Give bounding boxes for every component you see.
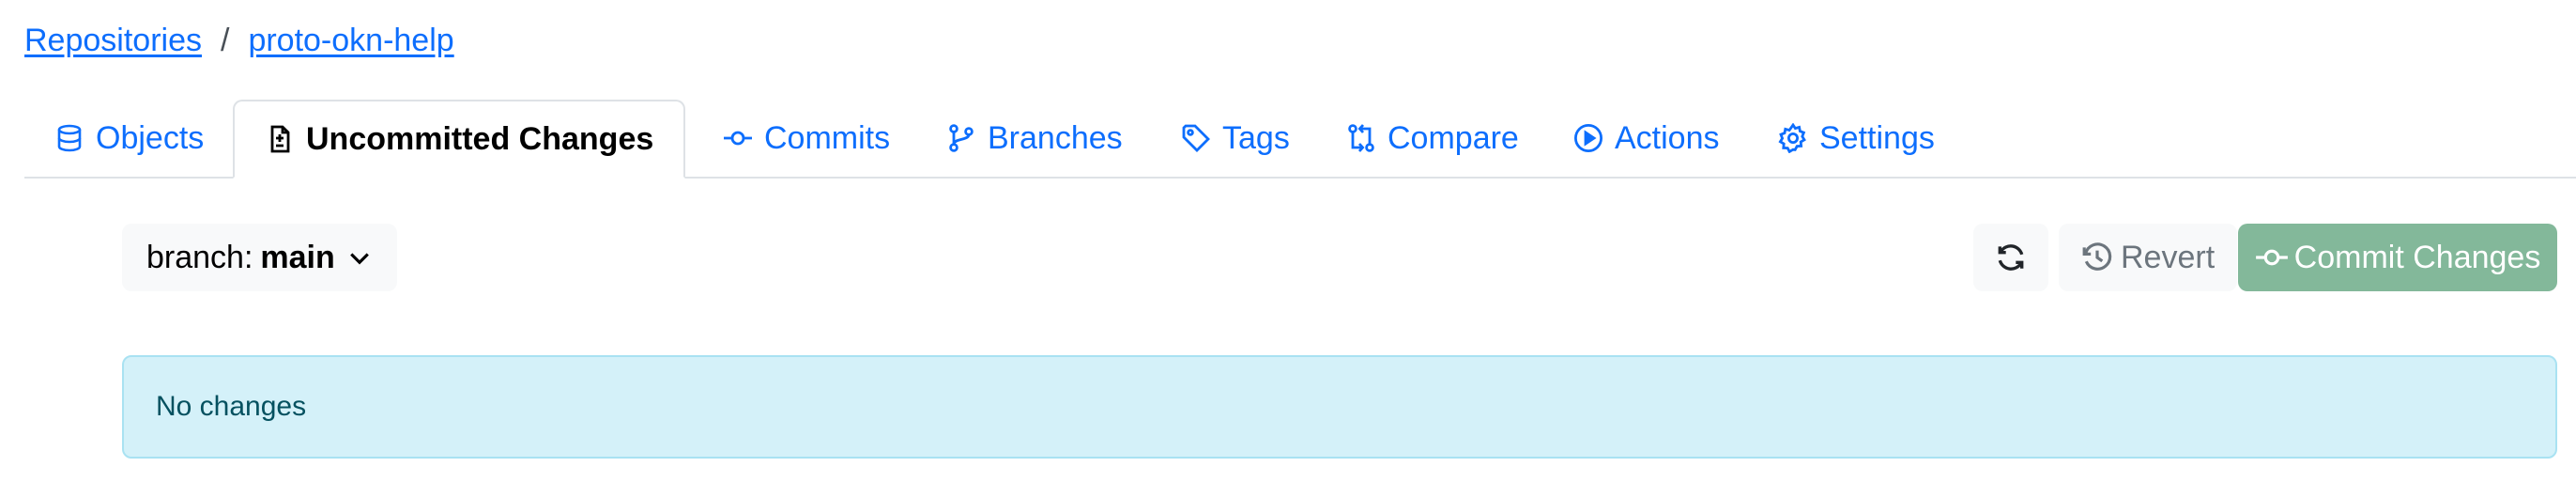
tab-commits[interactable]: Commits <box>693 100 920 177</box>
commit-changes-button[interactable]: Commit Changes <box>2238 224 2557 291</box>
tab-compare[interactable]: Compare <box>1316 100 1549 177</box>
gear-icon <box>1778 123 1806 153</box>
database-icon <box>57 124 82 152</box>
tab-label: Branches <box>988 119 1123 156</box>
revert-label: Revert <box>2121 239 2216 275</box>
branch-prefix: branch: <box>146 239 253 275</box>
git-commit-icon <box>2255 249 2288 266</box>
tab-label: Uncommitted Changes <box>306 120 654 157</box>
tab-label: Settings <box>1819 119 1935 156</box>
tab-label: Actions <box>1615 119 1720 156</box>
tab-branches[interactable]: Branches <box>916 100 1153 177</box>
breadcrumb: Repositories / proto-okn-help <box>24 23 454 59</box>
git-commit-icon <box>724 131 752 146</box>
tab-label: Commits <box>764 119 891 156</box>
tab-actions[interactable]: Actions <box>1543 100 1750 177</box>
tab-settings[interactable]: Settings <box>1748 100 1965 177</box>
branch-name: main <box>260 239 335 275</box>
tab-label: Tags <box>1222 119 1290 156</box>
tab-label: Objects <box>96 119 205 156</box>
breadcrumb-separator: / <box>220 23 230 58</box>
play-icon <box>1573 123 1603 153</box>
revert-button[interactable]: Revert <box>2059 224 2238 291</box>
git-compare-icon <box>1348 124 1374 152</box>
tab-objects[interactable]: Objects <box>24 100 234 177</box>
breadcrumb-repositories-link[interactable]: Repositories <box>24 23 202 59</box>
breadcrumb-repo-link[interactable]: proto-okn-help <box>248 23 453 59</box>
tab-tags[interactable]: Tags <box>1151 100 1320 177</box>
file-diff-icon <box>270 125 290 153</box>
history-icon <box>2082 242 2112 271</box>
tag-icon <box>1182 124 1210 152</box>
refresh-button[interactable] <box>1973 224 2048 291</box>
repo-tabs: Objects Uncommitted Changes Commits Bran… <box>24 100 2576 179</box>
git-branch-icon <box>949 124 974 152</box>
tab-label: Compare <box>1388 119 1519 156</box>
branch-selector[interactable]: branch: main <box>122 224 397 291</box>
tab-uncommitted-changes[interactable]: Uncommitted Changes <box>233 100 686 179</box>
no-changes-alert: No changes <box>122 355 2557 459</box>
alert-message: No changes <box>156 391 307 422</box>
refresh-icon <box>1998 244 2024 271</box>
commit-label: Commit Changes <box>2293 239 2541 275</box>
chevron-down-icon <box>349 253 369 265</box>
